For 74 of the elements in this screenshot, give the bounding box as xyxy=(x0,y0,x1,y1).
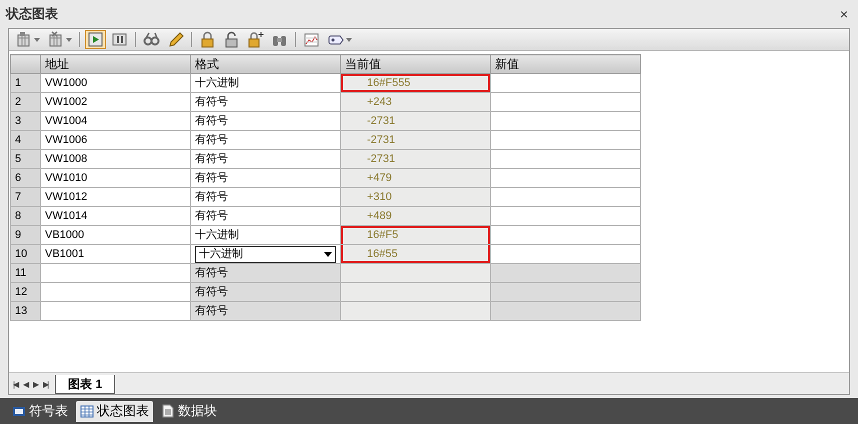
table-cell: 16#55 xyxy=(340,244,490,264)
table-cell: 有符号 xyxy=(190,168,340,188)
column-header: 当前值 xyxy=(340,54,490,74)
table-cell: +479 xyxy=(340,168,490,188)
column-header: 地址 xyxy=(40,54,190,74)
chart-icon xyxy=(303,31,320,48)
table-cell: 有符号 xyxy=(190,92,340,112)
table-cell: VW1012 xyxy=(40,188,190,206)
table-cell: 有符号 xyxy=(190,150,340,168)
table-cell: VW1014 xyxy=(40,206,190,226)
table-cell: +310 xyxy=(340,188,490,206)
format-dropdown[interactable]: 十六进制 xyxy=(195,246,336,262)
window-title: 状态图表 xyxy=(6,5,58,24)
row-number: 12 xyxy=(10,282,40,302)
table-cell: 十六进制 xyxy=(190,226,340,244)
play-icon xyxy=(87,31,104,48)
row-number: 2 xyxy=(10,92,40,112)
row-number: 3 xyxy=(10,112,40,130)
table-cell: -2731 xyxy=(340,150,490,168)
table-cell: 16#F5 xyxy=(340,226,490,244)
table-cell: -2731 xyxy=(340,130,490,150)
lock-icon xyxy=(199,31,216,48)
table-cell: 有符号 xyxy=(190,302,340,320)
row-number: 13 xyxy=(10,302,40,320)
table-cell: -2731 xyxy=(340,112,490,130)
table-cell: 有符号 xyxy=(190,130,340,150)
table-cell: 16#F555 xyxy=(340,74,490,92)
pencil-icon xyxy=(167,31,184,48)
column-header: 新值 xyxy=(490,54,640,74)
row-number: 6 xyxy=(10,168,40,188)
table-cell: 有符号 xyxy=(190,188,340,206)
row-number: 5 xyxy=(10,150,40,168)
table-cell: VB1001 xyxy=(40,244,190,264)
table-delete-icon xyxy=(47,31,64,48)
toolbar-button[interactable] xyxy=(85,30,106,49)
bottom-tab[interactable]: 符号表 xyxy=(8,400,72,422)
row-number: 10 xyxy=(10,244,40,264)
bottom-tab[interactable]: 数据块 xyxy=(157,400,221,422)
table-cell: 十六进制 xyxy=(190,74,340,92)
pause-icon xyxy=(111,31,128,48)
row-number: 11 xyxy=(10,264,40,282)
table-cell: VW1006 xyxy=(40,130,190,150)
row-number: 1 xyxy=(10,74,40,92)
close-button[interactable]: × xyxy=(836,7,852,21)
table-cell: VW1000 xyxy=(40,74,190,92)
row-number: 4 xyxy=(10,130,40,150)
sheet-nav-button[interactable]: ▶| xyxy=(41,379,50,391)
sheet-tab[interactable]: 图表 1 xyxy=(55,375,116,394)
table-cell: VW1004 xyxy=(40,112,190,130)
caret-icon xyxy=(324,252,332,256)
row-number: 8 xyxy=(10,206,40,226)
lock-plus-icon xyxy=(247,31,264,48)
row-number: 7 xyxy=(10,188,40,206)
table-cell: +243 xyxy=(340,92,490,112)
table-insert-icon xyxy=(15,31,32,48)
symbol-table-icon xyxy=(12,404,26,418)
sheet-nav-button[interactable]: ◀ xyxy=(21,379,30,391)
sheet-nav-button[interactable]: ▶ xyxy=(31,379,40,391)
row-number: 9 xyxy=(10,226,40,244)
table-icon xyxy=(80,404,94,418)
glasses-icon xyxy=(143,31,160,48)
table-cell: 有符号 xyxy=(190,282,340,302)
column-header: 格式 xyxy=(190,54,340,74)
table-cell: 有符号 xyxy=(190,264,340,282)
document-icon xyxy=(161,404,175,418)
table-cell: VW1010 xyxy=(40,168,190,188)
table-cell: VB1000 xyxy=(40,226,190,244)
table-cell: 有符号 xyxy=(190,112,340,130)
table-cell: VW1008 xyxy=(40,150,190,168)
table-cell: +489 xyxy=(340,206,490,226)
table-cell: 有符号 xyxy=(190,206,340,226)
bottom-tab[interactable]: 状态图表 xyxy=(76,400,153,422)
sheet-nav-button[interactable]: |◀ xyxy=(11,379,20,391)
table-cell: VW1002 xyxy=(40,92,190,112)
